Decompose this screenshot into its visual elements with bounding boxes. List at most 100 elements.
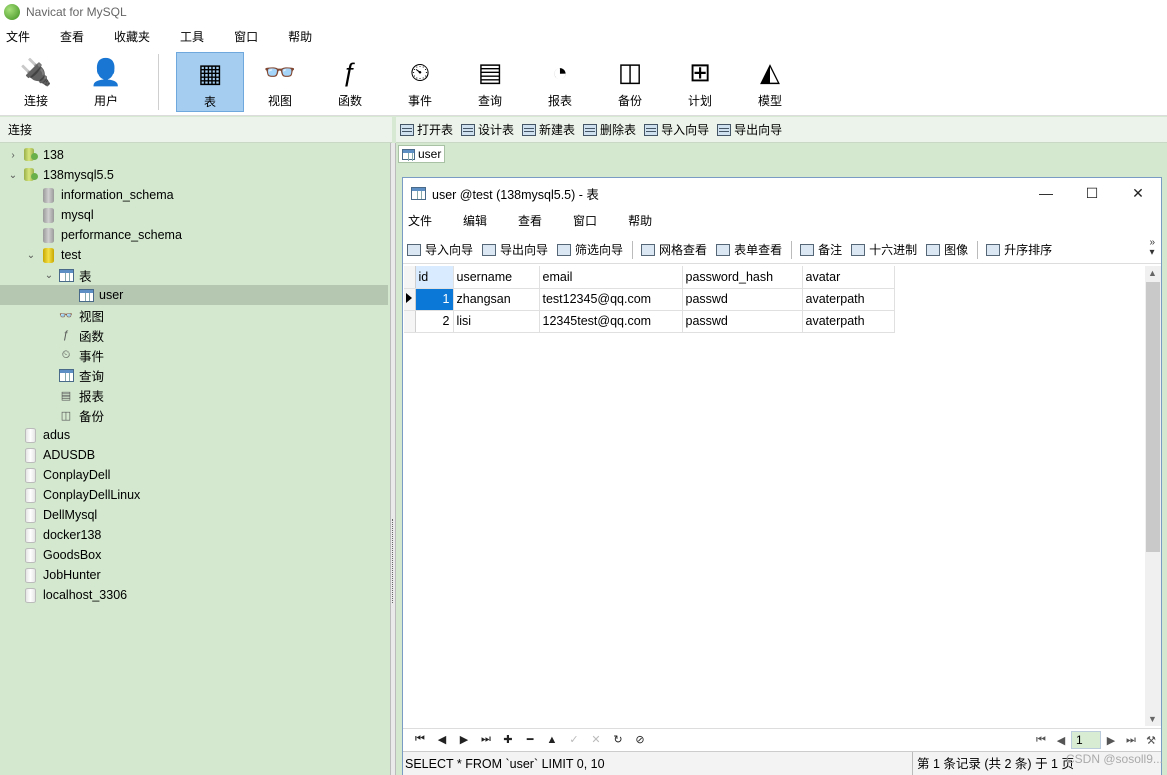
cell-password_hash[interactable]: passwd — [682, 288, 803, 311]
tree-node-dellmysql[interactable]: DellMysql — [6, 505, 97, 525]
toolbar-button-user[interactable]: 👤 用户 — [72, 52, 140, 112]
row-header[interactable] — [404, 288, 416, 311]
toolbar-button-report[interactable]: ◔ 报表 — [526, 52, 594, 112]
object-toolbar-button-1[interactable]: 设计表 — [461, 121, 514, 138]
up-icon[interactable]: ▲ — [541, 734, 563, 746]
next-record-icon[interactable]: ▶ — [453, 733, 475, 746]
tree-node--[interactable]: ▤ 报表 — [42, 385, 104, 405]
object-toolbar-button-4[interactable]: 导入向导 — [644, 121, 709, 138]
toolbar-button-function[interactable]: ƒ 函数 — [316, 52, 384, 112]
cell-password_hash[interactable]: passwd — [682, 310, 803, 333]
scroll-down-icon[interactable]: ▼ — [1148, 714, 1157, 724]
object-toolbar-button-3[interactable]: 删除表 — [583, 121, 636, 138]
maximize-button[interactable]: ☐ — [1069, 178, 1115, 208]
object-toolbar-button-0[interactable]: 打开表 — [400, 121, 453, 138]
window-menu-item-0[interactable]: 文件 — [403, 212, 450, 229]
cell-username[interactable]: zhangsan — [453, 288, 540, 311]
tree-node-adusdb[interactable]: ADUSDB — [6, 445, 95, 465]
column-header-username[interactable]: username — [453, 266, 540, 289]
splitter-grip[interactable] — [392, 519, 395, 603]
page-number-field[interactable]: 1 — [1071, 731, 1101, 749]
window-toolbar-button-0-2[interactable]: 筛选向导 — [557, 241, 623, 258]
tree-node-adus[interactable]: adus — [6, 425, 70, 445]
expand-arrow-icon[interactable]: ⌄ — [24, 250, 38, 261]
tree-node--[interactable]: ƒ 函数 — [42, 325, 104, 345]
tree-node-138mysql5-5[interactable]: ⌄ 138mysql5.5 — [6, 165, 114, 185]
apply-icon[interactable]: ✓ — [563, 733, 585, 746]
window-menu-item-3[interactable]: 窗口 — [568, 212, 615, 229]
tree-node-test[interactable]: ⌄ test — [24, 245, 81, 265]
tree-node--[interactable]: 👓 视图 — [42, 305, 104, 325]
object-toolbar-button-5[interactable]: 导出向导 — [717, 121, 782, 138]
cell-email[interactable]: 12345test@qq.com — [539, 310, 683, 333]
discard-icon[interactable]: ✕ — [585, 733, 607, 746]
menu-item-1[interactable]: 查看 — [54, 28, 96, 45]
delete-record-icon[interactable]: ━ — [519, 733, 541, 746]
column-header-email[interactable]: email — [539, 266, 683, 289]
toolbar-button-model[interactable]: ◭ 模型 — [736, 52, 804, 112]
tree-node-jobhunter[interactable]: JobHunter — [6, 565, 101, 585]
window-menu-item-1[interactable]: 编辑 — [458, 212, 505, 229]
menu-item-4[interactable]: 窗口 — [228, 28, 270, 45]
window-toolbar-button-0-1[interactable]: 导出向导 — [482, 241, 548, 258]
toolbar-button-backup[interactable]: ◫ 备份 — [596, 52, 664, 112]
tree-node-performance-schema[interactable]: performance_schema — [24, 225, 182, 245]
menu-item-5[interactable]: 帮助 — [282, 28, 324, 45]
row-header[interactable] — [404, 310, 416, 333]
window-toolbar-button-1-1[interactable]: 表单查看 — [716, 241, 782, 258]
toolbar-button-connection[interactable]: 🔌 连接 — [2, 52, 70, 112]
menu-item-2[interactable]: 收藏夹 — [108, 28, 162, 45]
close-button[interactable]: ✕ — [1115, 178, 1161, 208]
first-page-icon[interactable]: ⏮ — [1031, 734, 1051, 747]
tree-node-conplaydell[interactable]: ConplayDell — [6, 465, 110, 485]
toolbar-button-event[interactable]: ⏲ 事件 — [386, 52, 454, 112]
vertical-scrollbar[interactable]: ▲ ▼ — [1145, 266, 1161, 726]
add-record-icon[interactable]: ✚ — [497, 733, 519, 746]
tree-node-docker138[interactable]: docker138 — [6, 525, 101, 545]
window-toolbar-button-3-0[interactable]: 升序排序 — [986, 241, 1052, 258]
window-menu-item-4[interactable]: 帮助 — [623, 212, 670, 229]
cell-email[interactable]: test12345@qq.com — [539, 288, 683, 311]
stop-icon[interactable]: ⊘ — [629, 733, 651, 746]
cell-id[interactable]: 1 — [415, 288, 454, 311]
toolbar-button-table[interactable]: ▦ 表 — [176, 52, 244, 112]
prev-record-icon[interactable]: ◀ — [431, 733, 453, 746]
tab-user[interactable]: user — [398, 145, 446, 163]
toolbar-button-schedule[interactable]: ⊞ 计划 — [666, 52, 734, 112]
cell-avatar[interactable]: avaterpath — [802, 310, 895, 333]
window-toolbar-button-2-0[interactable]: 备注 — [800, 241, 842, 258]
last-record-icon[interactable]: ⏭ — [475, 733, 497, 746]
cell-id[interactable]: 2 — [415, 310, 454, 333]
minimize-button[interactable]: — — [1023, 178, 1069, 208]
tree-node--[interactable]: ⌄ 表 — [42, 265, 92, 285]
expand-arrow-icon[interactable]: ⌄ — [6, 170, 20, 181]
window-toolbar-button-1-0[interactable]: 网格查看 — [641, 241, 707, 258]
tree-node-user[interactable]: user — [0, 285, 388, 305]
menu-item-3[interactable]: 工具 — [174, 28, 216, 45]
data-grid[interactable]: id username email password_hash avatar 1 zhan… — [404, 266, 1144, 726]
scroll-up-icon[interactable]: ▲ — [1148, 268, 1157, 278]
tree-node-138[interactable]: › 138 — [6, 145, 64, 165]
last-page-icon[interactable]: ⏭ — [1121, 734, 1141, 747]
tree-node--[interactable]: ◫ 备份 — [42, 405, 104, 425]
toolbar-overflow-icon[interactable]: » ▾ — [1149, 238, 1155, 258]
column-header-password_hash[interactable]: password_hash — [682, 266, 803, 289]
object-toolbar-button-2[interactable]: 新建表 — [522, 121, 575, 138]
column-header-id[interactable]: id — [415, 266, 454, 289]
toolbar-button-query[interactable]: ▤ 查询 — [456, 52, 524, 112]
cell-avatar[interactable]: avaterpath — [802, 288, 895, 311]
prev-page-icon[interactable]: ◀ — [1051, 734, 1071, 747]
expand-arrow-icon[interactable]: ⌄ — [42, 270, 56, 281]
scrollbar-thumb[interactable] — [1146, 282, 1160, 552]
tree-node-information-schema[interactable]: information_schema — [24, 185, 174, 205]
column-header-avatar[interactable]: avatar — [802, 266, 895, 289]
table-row[interactable]: 1 zhangsan test12345@qq.com passwd avaterpat… — [404, 288, 895, 311]
tree-node-mysql[interactable]: mysql — [24, 205, 94, 225]
limit-settings-icon[interactable]: ⚒ — [1141, 734, 1161, 747]
cell-username[interactable]: lisi — [453, 310, 540, 333]
tree-node-conplaydelllinux[interactable]: ConplayDellLinux — [6, 485, 140, 505]
next-page-icon[interactable]: ▶ — [1101, 734, 1121, 747]
first-record-icon[interactable]: ⏮ — [409, 733, 431, 746]
refresh-icon[interactable]: ↻ — [607, 733, 629, 746]
tree-node-goodsbox[interactable]: GoodsBox — [6, 545, 101, 565]
